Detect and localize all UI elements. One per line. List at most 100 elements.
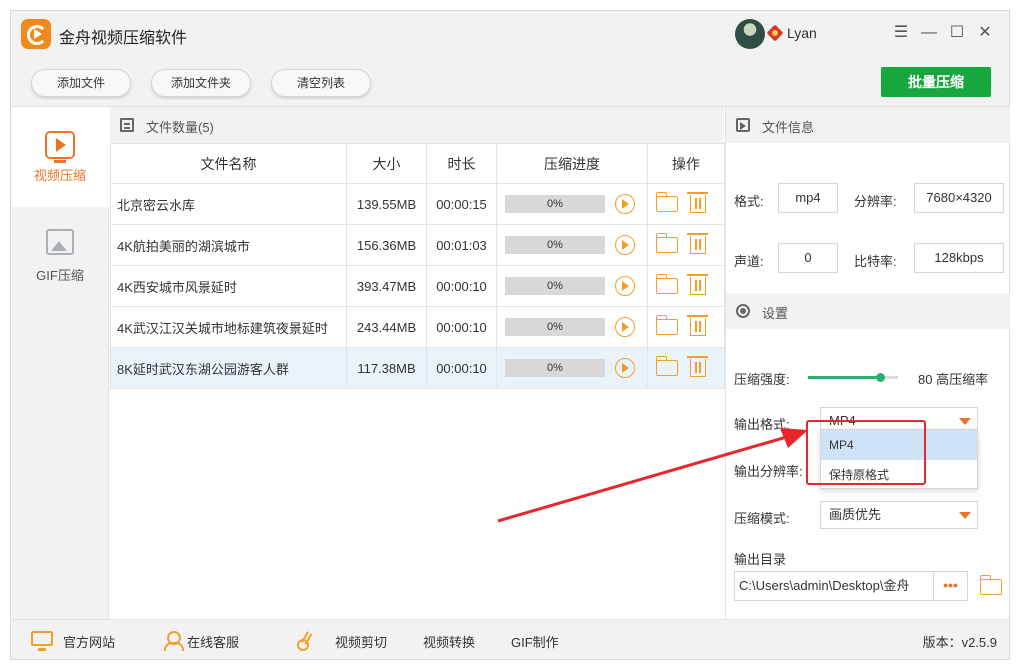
file-name: 4K武汉江汉关城市地标建筑夜景延时 (110, 306, 347, 348)
file-duration: 00:00:10 (426, 347, 497, 389)
username[interactable]: Lyan (787, 25, 817, 41)
compress-mode-value: 画质优先 (829, 507, 882, 522)
close-icon[interactable]: ✕ (975, 23, 995, 43)
trash-icon[interactable] (687, 192, 708, 213)
file-size: 117.38MB (346, 347, 427, 389)
app-title: 金舟视频压缩软件 (59, 30, 188, 47)
support-link[interactable]: 在线客服 (187, 632, 239, 651)
progress-bar: 0% (505, 195, 605, 213)
folder-icon[interactable] (656, 274, 678, 294)
play-icon[interactable] (615, 317, 635, 337)
table-row[interactable]: 4K武汉江汉关城市地标建筑夜景延时 243.44MB 00:00:10 0% (110, 306, 725, 348)
browse-button[interactable]: ••• (934, 571, 968, 601)
file-name: 4K航拍美丽的湖滨城市 (110, 224, 347, 266)
progress-bar: 0% (505, 359, 605, 377)
compress-mode-select[interactable]: 画质优先 (820, 501, 978, 529)
batch-compress-button[interactable]: 批量压缩 (881, 67, 991, 97)
column-header-duration: 时长 (426, 143, 497, 184)
table-row[interactable]: 4K航拍美丽的湖滨城市 156.36MB 00:01:03 0% (110, 224, 725, 266)
play-icon[interactable] (615, 358, 635, 378)
trash-icon[interactable] (687, 315, 708, 336)
format-dropdown: MP4 保持原格式 (820, 429, 978, 489)
progress-cell: 0% (496, 265, 648, 307)
output-format-label: 输出格式: (734, 417, 790, 432)
settings-radio-icon (736, 304, 750, 318)
play-icon[interactable] (615, 276, 635, 296)
list-icon (120, 118, 134, 132)
video-convert-link[interactable]: 视频转换 (423, 632, 475, 651)
website-link[interactable]: 官方网站 (63, 632, 115, 651)
file-table: 文件名称 大小 时长 压缩进度 操作 北京密云水库 139.55MB 00:00… (110, 143, 725, 389)
settings-title: 设置 (762, 306, 789, 321)
file-name: 8K延时武汉东湖公园游客人群 (110, 347, 347, 389)
monitor-icon[interactable] (31, 631, 53, 651)
actions-cell (647, 224, 725, 266)
table-row[interactable]: 4K西安城市风景延时 393.47MB 00:00:10 0% (110, 265, 725, 307)
avatar[interactable] (735, 19, 765, 49)
file-size: 393.47MB (346, 265, 427, 307)
vip-badge-icon (766, 24, 784, 42)
folder-icon[interactable] (656, 233, 678, 253)
trash-icon[interactable] (687, 356, 708, 377)
output-format-value: MP4 (829, 413, 856, 428)
file-name: 4K西安城市风景延时 (110, 265, 347, 307)
progress-cell: 0% (496, 224, 648, 266)
minimize-icon[interactable]: — (919, 23, 939, 43)
output-dir-field[interactable]: C:\Users\admin\Desktop\金舟 (734, 571, 934, 601)
mode-label: 压缩模式: (734, 511, 790, 526)
add-folder-button[interactable]: 添加文件夹 (151, 69, 251, 97)
folder-icon[interactable] (656, 192, 678, 212)
play-icon[interactable] (615, 235, 635, 255)
file-info-title: 文件信息 (762, 120, 815, 135)
toolbar: 添加文件 添加文件夹 清空列表 批量压缩 (11, 57, 1009, 107)
progress-bar: 0% (505, 318, 605, 336)
table-row[interactable]: 8K延时武汉东湖公园游客人群 117.38MB 00:00:10 0% (110, 347, 725, 389)
column-header-size: 大小 (346, 143, 427, 184)
open-folder-icon[interactable] (980, 575, 1002, 595)
sidebar: 视频压缩 GIF压缩 (11, 107, 109, 619)
column-header-actions: 操作 (647, 143, 725, 184)
progress-bar: 0% (505, 277, 605, 295)
output-resolution-label: 输出分辨率: (734, 464, 803, 479)
file-count: 文件数量(5) (146, 120, 214, 135)
info-icon (736, 118, 750, 132)
gif-make-link[interactable]: GIF制作 (511, 632, 559, 651)
slider-handle[interactable] (876, 373, 885, 382)
sidebar-item-label: GIF压缩 (36, 268, 84, 283)
play-icon[interactable] (615, 194, 635, 214)
file-name: 北京密云水库 (110, 183, 347, 225)
channel-field: 0 (778, 243, 838, 273)
sidebar-item-video-compress[interactable]: 视频压缩 (11, 107, 109, 207)
chevron-down-icon (959, 418, 971, 425)
maximize-icon[interactable]: ☐ (947, 23, 967, 43)
table-header-row: 文件名称 大小 时长 压缩进度 操作 (110, 143, 725, 184)
strength-label: 压缩强度: (734, 372, 790, 387)
dropdown-option-keep-original[interactable]: 保持原格式 (821, 460, 977, 490)
format-label: 格式: (734, 194, 764, 209)
folder-icon[interactable] (656, 356, 678, 376)
scissors-icon[interactable] (297, 631, 315, 651)
table-row[interactable]: 北京密云水库 139.55MB 00:00:15 0% (110, 183, 725, 225)
menu-icon[interactable]: ☰ (891, 23, 911, 43)
app-window: 金舟视频压缩软件 Lyan ☰ — ☐ ✕ 添加文件 添加文件夹 清空列表 批量… (10, 10, 1010, 660)
clear-list-button[interactable]: 清空列表 (271, 69, 371, 97)
chevron-down-icon (959, 512, 971, 519)
sidebar-item-gif-compress[interactable]: GIF压缩 (11, 207, 109, 307)
trash-icon[interactable] (687, 274, 708, 295)
add-file-button[interactable]: 添加文件 (31, 69, 131, 97)
dropdown-option-mp4[interactable]: MP4 (821, 430, 977, 460)
file-duration: 00:00:10 (426, 306, 497, 348)
support-icon[interactable] (163, 631, 184, 651)
folder-icon[interactable] (656, 315, 678, 335)
actions-cell (647, 183, 725, 225)
strength-slider[interactable] (808, 373, 898, 382)
strength-value: 80 高压缩率 (918, 372, 989, 387)
file-duration: 00:00:10 (426, 265, 497, 307)
sidebar-item-label: 视频压缩 (33, 168, 86, 183)
trash-icon[interactable] (687, 233, 708, 254)
progress-cell: 0% (496, 183, 648, 225)
title-bar: 金舟视频压缩软件 Lyan ☰ — ☐ ✕ (11, 11, 1009, 57)
file-size: 139.55MB (346, 183, 427, 225)
resolution-label: 分辨率: (854, 194, 897, 209)
video-cut-link[interactable]: 视频剪切 (335, 632, 387, 651)
